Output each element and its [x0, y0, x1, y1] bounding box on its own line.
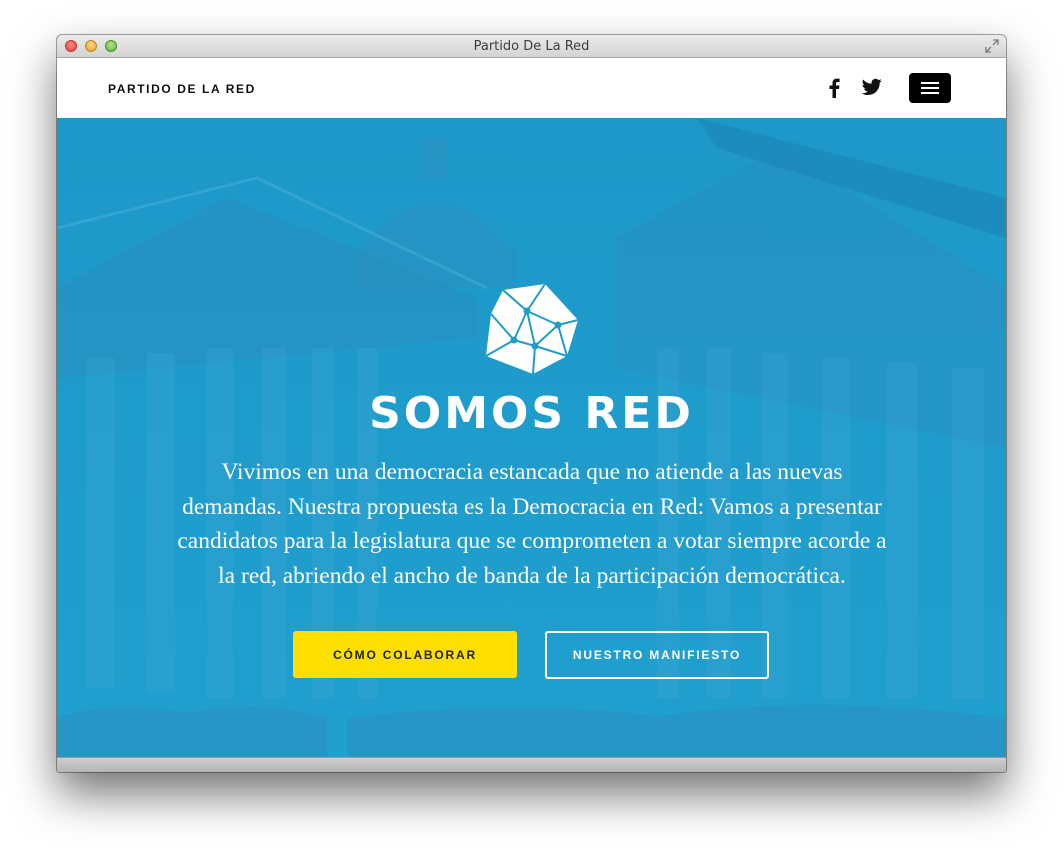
hero-description-line: la red, abriendo el ancho de banda de la… [218, 562, 846, 589]
red-network-logo-icon [485, 283, 579, 375]
site-brand[interactable]: PARTIDO DE LA RED [108, 82, 256, 96]
title-bar: Partido De La Red [57, 35, 1006, 58]
nuestro-manifiesto-button[interactable]: NUESTRO MANIFIESTO [545, 631, 769, 679]
menu-toggle-button[interactable] [909, 73, 951, 103]
window-title: Partido De La Red [473, 39, 590, 54]
hero-description-line: candidatos para la legislatura que se co… [177, 528, 887, 554]
como-colaborar-button[interactable]: CÓMO COLABORAR [293, 631, 517, 678]
hero-description-line: Vivimos en una democracia estancada que … [221, 459, 843, 485]
twitter-icon[interactable] [862, 78, 882, 96]
window-bottom-bar [57, 757, 1006, 772]
hero-title: SOMOS RED [369, 388, 694, 439]
site-navbar: PARTIDO DE LA RED [57, 58, 1006, 118]
fullscreen-icon[interactable] [985, 39, 999, 53]
hero-section: SOMOS RED Vivimos en una democracia esta… [57, 118, 1006, 757]
hero-description: Vivimos en una democracia estancada que … [152, 455, 912, 593]
hero-description-line: demandas. Nuestra propuesta es la Democr… [182, 493, 882, 520]
hamburger-menu-icon [921, 82, 939, 84]
hamburger-menu-icon [921, 87, 939, 89]
hamburger-menu-icon [921, 92, 939, 94]
browser-window: Partido De La Red PARTIDO DE LA RED SOMO… [57, 35, 1006, 772]
facebook-icon[interactable] [827, 78, 841, 98]
